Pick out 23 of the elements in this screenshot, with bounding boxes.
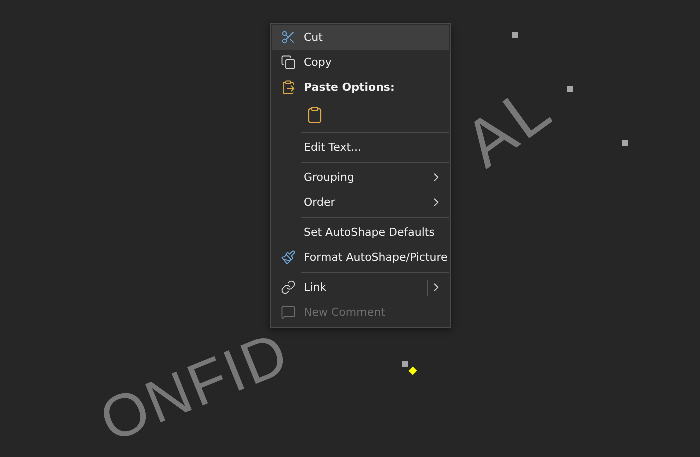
menu-item[interactable]: Link bbox=[272, 275, 449, 300]
clipboard-icon bbox=[306, 106, 324, 124]
menu-header: Paste Options: bbox=[304, 81, 396, 94]
selection-handle[interactable] bbox=[512, 32, 518, 38]
link-icon bbox=[280, 280, 296, 295]
menu-item[interactable]: Grouping bbox=[272, 165, 449, 190]
selection-handle[interactable] bbox=[402, 361, 408, 367]
menu-item[interactable]: Set AutoShape Defaults bbox=[272, 220, 449, 245]
scissors-icon bbox=[280, 30, 296, 45]
wordart-text: ONFID bbox=[92, 322, 298, 452]
paintbrush-icon bbox=[280, 250, 296, 265]
copy-icon bbox=[280, 55, 296, 70]
menu-item[interactable]: Cut bbox=[272, 25, 449, 50]
menu-item[interactable]: Copy bbox=[272, 50, 449, 75]
wordart-text: AL bbox=[453, 72, 564, 178]
menu-item[interactable]: Order bbox=[272, 190, 449, 215]
menu-item[interactable]: Edit Text... bbox=[272, 135, 449, 160]
clipboard-icon bbox=[280, 80, 296, 95]
menu-item[interactable]: Format AutoShape/Picture bbox=[272, 245, 449, 270]
selection-handle[interactable] bbox=[567, 86, 573, 92]
adjustment-handle[interactable] bbox=[408, 366, 418, 376]
selection-handle[interactable] bbox=[622, 140, 628, 146]
comment-icon bbox=[280, 305, 296, 320]
